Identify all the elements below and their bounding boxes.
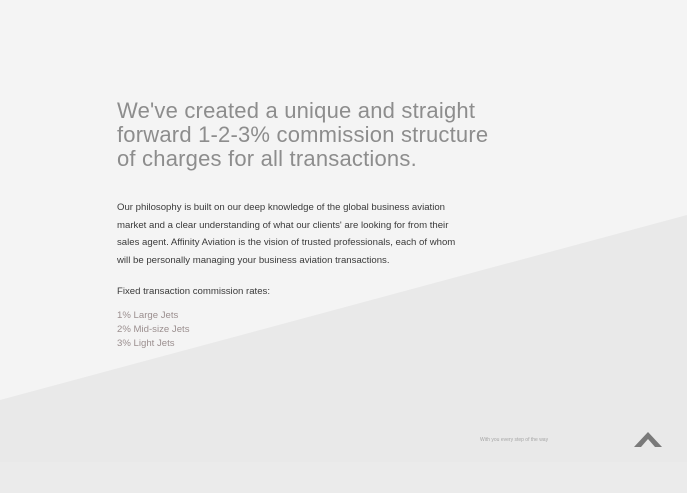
footer-tagline: With you every step of the way [480,437,549,443]
headline-line: of charges for all transactions. [117,146,417,171]
slide: We've created a unique and straight forw… [0,0,687,462]
headline: We've created a unique and straight forw… [117,99,597,171]
paragraph-line: will be personally managing your busines… [117,254,390,266]
rate-item-large-jets: 1% Large Jets [117,310,179,322]
headline-line: We've created a unique and straight [117,98,476,123]
rates-title: Fixed transaction commission rates: [117,286,271,298]
chevron-up-icon[interactable] [631,428,665,450]
paragraph-line: market and a clear understanding of what… [117,219,449,231]
paragraph-line: sales agent. Affinity Aviation is the vi… [117,237,456,249]
rate-item-light-jets: 3% Light Jets [117,338,175,350]
philosophy-paragraph: Our philosophy is built on our deep know… [117,199,597,269]
headline-line: forward 1-2-3% commission structure [117,122,489,147]
rate-item-mid-size-jets: 2% Mid-size Jets [117,324,190,336]
paragraph-line: Our philosophy is built on our deep know… [117,202,446,213]
content-block: We've created a unique and straight forw… [117,99,597,351]
rates-list: 1% Large Jets 2% Mid-size Jets 3% Light … [117,309,597,351]
bottom-strip [0,462,687,493]
